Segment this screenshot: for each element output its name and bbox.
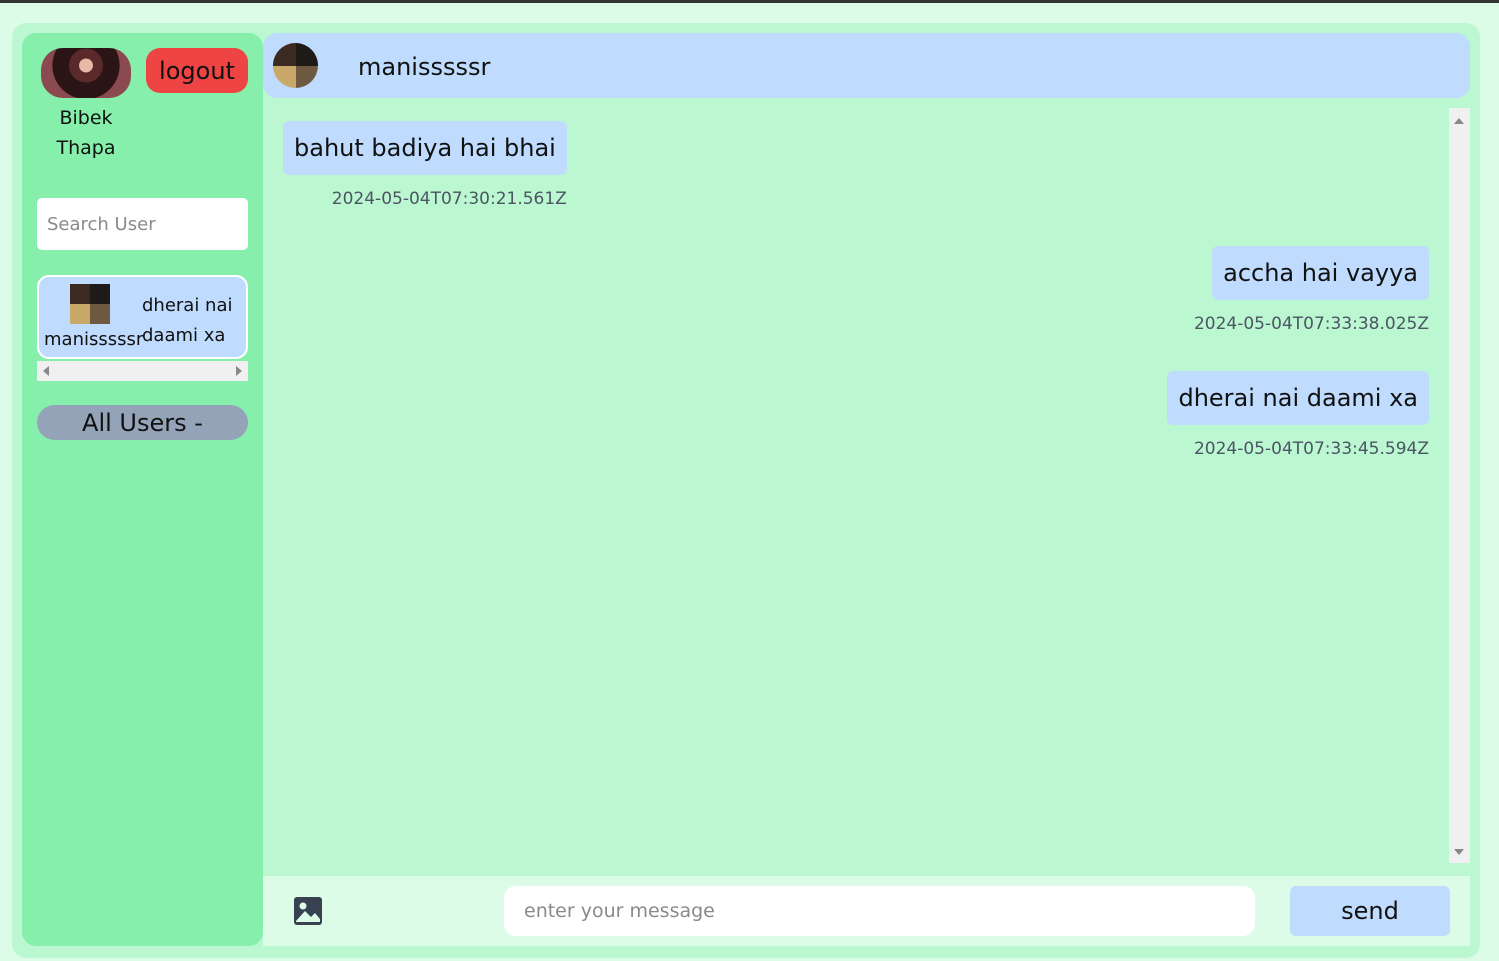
message-bubble: bahut badiya hai bhai (283, 121, 567, 175)
scroll-down-arrow-icon[interactable] (1454, 849, 1464, 855)
message-timestamp: 2024-05-04T07:30:21.561Z (331, 189, 567, 209)
message-incoming: bahut badiya hai bhai 2024-05-04T07:30:2… (283, 121, 567, 209)
message-timestamp: 2024-05-04T07:33:38.025Z (1193, 314, 1429, 334)
chat-partner-name: manisssssr (358, 53, 491, 81)
all-users-button[interactable]: All Users - (37, 405, 248, 440)
message-outgoing: dherai nai daami xa 2024-05-04T07:33:45.… (1167, 371, 1429, 459)
search-user-input[interactable] (37, 198, 248, 250)
message-input[interactable] (504, 886, 1255, 936)
conversation-item[interactable]: manisssssr dherai nai daami xa (37, 275, 248, 359)
current-user-first-name: Bibek (59, 107, 113, 129)
conversation-name: manisssssr (44, 329, 144, 350)
horizontal-scrollbar[interactable] (37, 361, 248, 381)
vertical-scrollbar[interactable] (1449, 108, 1470, 863)
message-bubble: accha hai vayya (1212, 246, 1429, 300)
conversation-avatar (70, 284, 110, 324)
image-icon[interactable] (293, 896, 323, 926)
scroll-left-arrow-icon[interactable] (43, 366, 49, 376)
conversation-list: manisssssr dherai nai daami xa (37, 275, 248, 381)
chat-partner-avatar[interactable] (273, 43, 318, 88)
message-timestamp: 2024-05-04T07:33:45.594Z (1193, 439, 1429, 459)
current-user-last-name: Thapa (56, 137, 116, 159)
current-user-avatar (41, 48, 131, 98)
send-button[interactable]: send (1290, 886, 1450, 936)
scroll-up-arrow-icon[interactable] (1454, 118, 1464, 124)
message-outgoing: accha hai vayya 2024-05-04T07:33:38.025Z (1194, 246, 1429, 334)
scroll-right-arrow-icon[interactable] (236, 366, 242, 376)
current-user-name: Bibek Thapa (41, 103, 131, 163)
chat-header: manisssssr (263, 33, 1470, 98)
message-bubble: dherai nai daami xa (1167, 371, 1429, 425)
message-composer: send (263, 876, 1470, 946)
sidebar (22, 33, 263, 946)
conversation-last-message: dherai nai daami xa (142, 295, 233, 346)
logout-button[interactable]: logout (146, 48, 248, 93)
message-list: bahut badiya hai bhai 2024-05-04T07:30:2… (263, 108, 1449, 863)
